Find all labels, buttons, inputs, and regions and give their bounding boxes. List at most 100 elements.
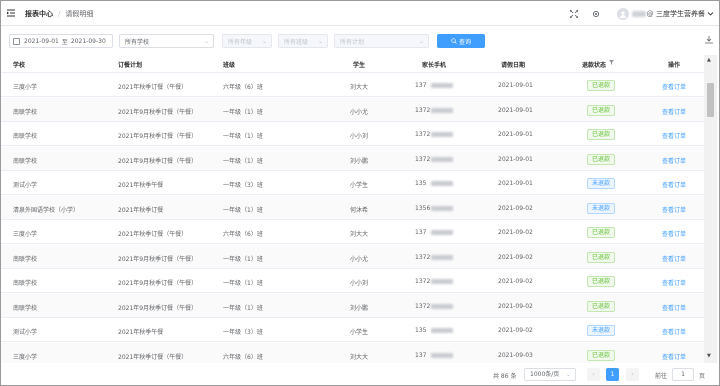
view-order-link[interactable]: 查看订单: [662, 254, 686, 263]
phone-blurred: [431, 83, 453, 88]
cell-student: 小学生: [350, 329, 369, 336]
view-order-link[interactable]: 查看订单: [662, 229, 686, 238]
phone-blurred: [431, 107, 453, 113]
menu-toggle-icon[interactable]: [7, 9, 15, 17]
column-header-plan: 订餐计划: [118, 62, 143, 69]
user-avatar[interactable]: [617, 7, 629, 20]
chevron-down-icon[interactable]: [705, 9, 715, 19]
cell-phone: 135: [415, 180, 427, 187]
cell-phone: 137: [415, 229, 427, 236]
download-icon[interactable]: [705, 36, 713, 46]
goto-page-input[interactable]: 1: [672, 368, 694, 381]
page-size-select[interactable]: 1000条/页 ⌄: [524, 368, 576, 381]
cell-plan: 2021年秋季订餐: [118, 206, 164, 214]
cell-leave-date: 2021-09-02: [498, 278, 533, 285]
page-suffix-label: 页: [699, 373, 706, 380]
view-order-link[interactable]: 查看订单: [662, 205, 686, 214]
refund-status-badge: 未退款: [587, 202, 616, 214]
prev-page-button[interactable]: ‹: [587, 368, 600, 381]
cell-class: 一年级（3）班: [223, 329, 263, 336]
pagination-total: 共 86 条: [493, 373, 517, 380]
chevron-down-icon: ⌄: [418, 38, 424, 45]
cell-plan: 2021年9月秋季订餐（午餐）: [118, 157, 198, 165]
top-header: 报表中心 / 请假明细 @ 三度学生营养餐: [1, 1, 719, 26]
school-select[interactable]: 所有学校 ⌄: [119, 34, 214, 48]
cell-student: 刘小鹏: [350, 304, 369, 312]
cell-plan: 2021年9月秋季订餐（午餐）: [118, 108, 198, 116]
school-name[interactable]: 三度学生营养餐: [656, 9, 705, 19]
cell-plan: 2021年9月秋季订餐（午餐）: [118, 304, 198, 312]
date-end[interactable]: 2021-09-30: [71, 38, 106, 45]
column-header-actions: 操作: [668, 62, 681, 69]
cell-student: 刘大大: [350, 231, 369, 238]
column-header-refund-status: 退款状态: [582, 62, 607, 69]
user-name-blurred: [632, 10, 646, 17]
search-button[interactable]: 查询: [437, 34, 485, 48]
view-order-link[interactable]: 查看订单: [662, 180, 686, 189]
table-row: 三度小学 2021年秋季订餐（午餐） 六年级（6）班 刘大大 137 2021-09-01…: [1, 73, 704, 97]
header-actions: @ 三度学生营养餐: [569, 1, 719, 26]
column-header-school: 学校: [13, 62, 26, 69]
cell-class: 一年级（1）班: [223, 255, 263, 263]
date-range-picker[interactable]: 2021-09-01 至 2021-09-30: [9, 34, 113, 48]
plan-select[interactable]: 所有计划 ⌄: [334, 34, 429, 48]
cell-phone: 137: [415, 351, 427, 359]
table-row: 南联学校 2021年9月秋季订餐（午餐） 一年级（1）班 小小刘 1372 2021-09…: [1, 269, 704, 293]
date-start[interactable]: 2021-09-01: [24, 38, 59, 45]
page-number-current[interactable]: 1: [606, 368, 619, 381]
view-order-link[interactable]: 查看订单: [662, 352, 686, 361]
phone-blurred: [431, 156, 453, 162]
column-header-student: 学生: [353, 62, 366, 69]
view-order-link[interactable]: 查看订单: [662, 131, 686, 140]
cell-class: 一年级（1）班: [223, 280, 263, 287]
chevron-down-icon: ⌄: [565, 371, 571, 378]
cell-student: 刘小鹏: [350, 157, 369, 165]
cell-school: 测试小学: [13, 182, 38, 189]
scroll-up-icon[interactable]: ▲: [707, 57, 711, 63]
settings-gear-icon[interactable]: [591, 9, 601, 19]
grade-select[interactable]: 所有年级 ⌄: [222, 34, 272, 48]
table-row: 南联学校 2021年9月秋季订餐（午餐） 一年级（1）班 小小刘 1372 2021-09…: [1, 122, 704, 146]
cell-phone: 137: [415, 82, 427, 89]
search-button-label: 查询: [458, 38, 471, 46]
cell-plan: 2021年9月秋季订餐（午餐）: [118, 133, 198, 140]
cell-school: 南联学校: [13, 157, 38, 165]
refund-status-badge: 已退款: [587, 276, 616, 287]
view-order-link[interactable]: 查看订单: [662, 327, 686, 336]
table-row: 南联学校 2021年9月秋季订餐（午餐） 一年级（1）班 小小尤 1372 2021-09…: [1, 244, 704, 269]
chevron-down-icon: ⌄: [203, 38, 209, 45]
refund-status-badge: 已退款: [587, 153, 616, 165]
view-order-link[interactable]: 查看订单: [662, 156, 686, 165]
cell-class: 一年级（1）班: [223, 304, 263, 312]
scroll-down-icon[interactable]: ▼: [707, 353, 711, 359]
vertical-scrollbar[interactable]: ▲ ▼: [704, 55, 717, 363]
class-select[interactable]: 所有班级 ⌄: [278, 34, 328, 48]
cell-phone: 1372: [415, 131, 431, 138]
refund-status-badge: 已退款: [587, 227, 616, 238]
view-order-link[interactable]: 查看订单: [662, 278, 686, 287]
cell-class: 一年级（1）班: [223, 133, 263, 140]
class-select-value: 所有班级: [284, 38, 309, 46]
cell-phone: 1372: [415, 106, 431, 114]
table-row: 南联学校 2021年9月秋季订餐（午餐） 一年级（1）班 小小尤 1372 2021-09…: [1, 97, 704, 122]
view-order-link[interactable]: 查看订单: [662, 107, 686, 116]
cell-school: 南联学校: [13, 255, 38, 263]
next-page-button[interactable]: ›: [626, 368, 639, 381]
cell-school: 三度小学: [13, 84, 38, 91]
cell-class: 六年级（6）班: [223, 84, 263, 91]
goto-label: 前往: [655, 373, 668, 380]
cell-leave-date: 2021-09-01: [498, 82, 533, 89]
phone-blurred: [431, 230, 453, 235]
breadcrumb: 报表中心 / 请假明细: [25, 9, 93, 19]
fullscreen-icon[interactable]: [569, 9, 579, 19]
breadcrumb-report-center[interactable]: 报表中心: [25, 9, 53, 19]
view-order-link[interactable]: 查看订单: [662, 303, 686, 312]
scrollbar-thumb[interactable]: [707, 83, 714, 117]
filter-icon[interactable]: [609, 60, 614, 67]
cell-leave-date: 2021-09-01: [498, 106, 533, 114]
cell-plan: 2021年秋季订餐（午餐）: [118, 231, 188, 238]
app-window: 报表中心 / 请假明细 @ 三度学生营养餐 2021-09-01 至 2021-…: [0, 0, 720, 386]
view-order-link[interactable]: 查看订单: [662, 82, 686, 91]
cell-phone: 1372: [415, 155, 431, 163]
cell-school: 南联学校: [13, 280, 38, 287]
